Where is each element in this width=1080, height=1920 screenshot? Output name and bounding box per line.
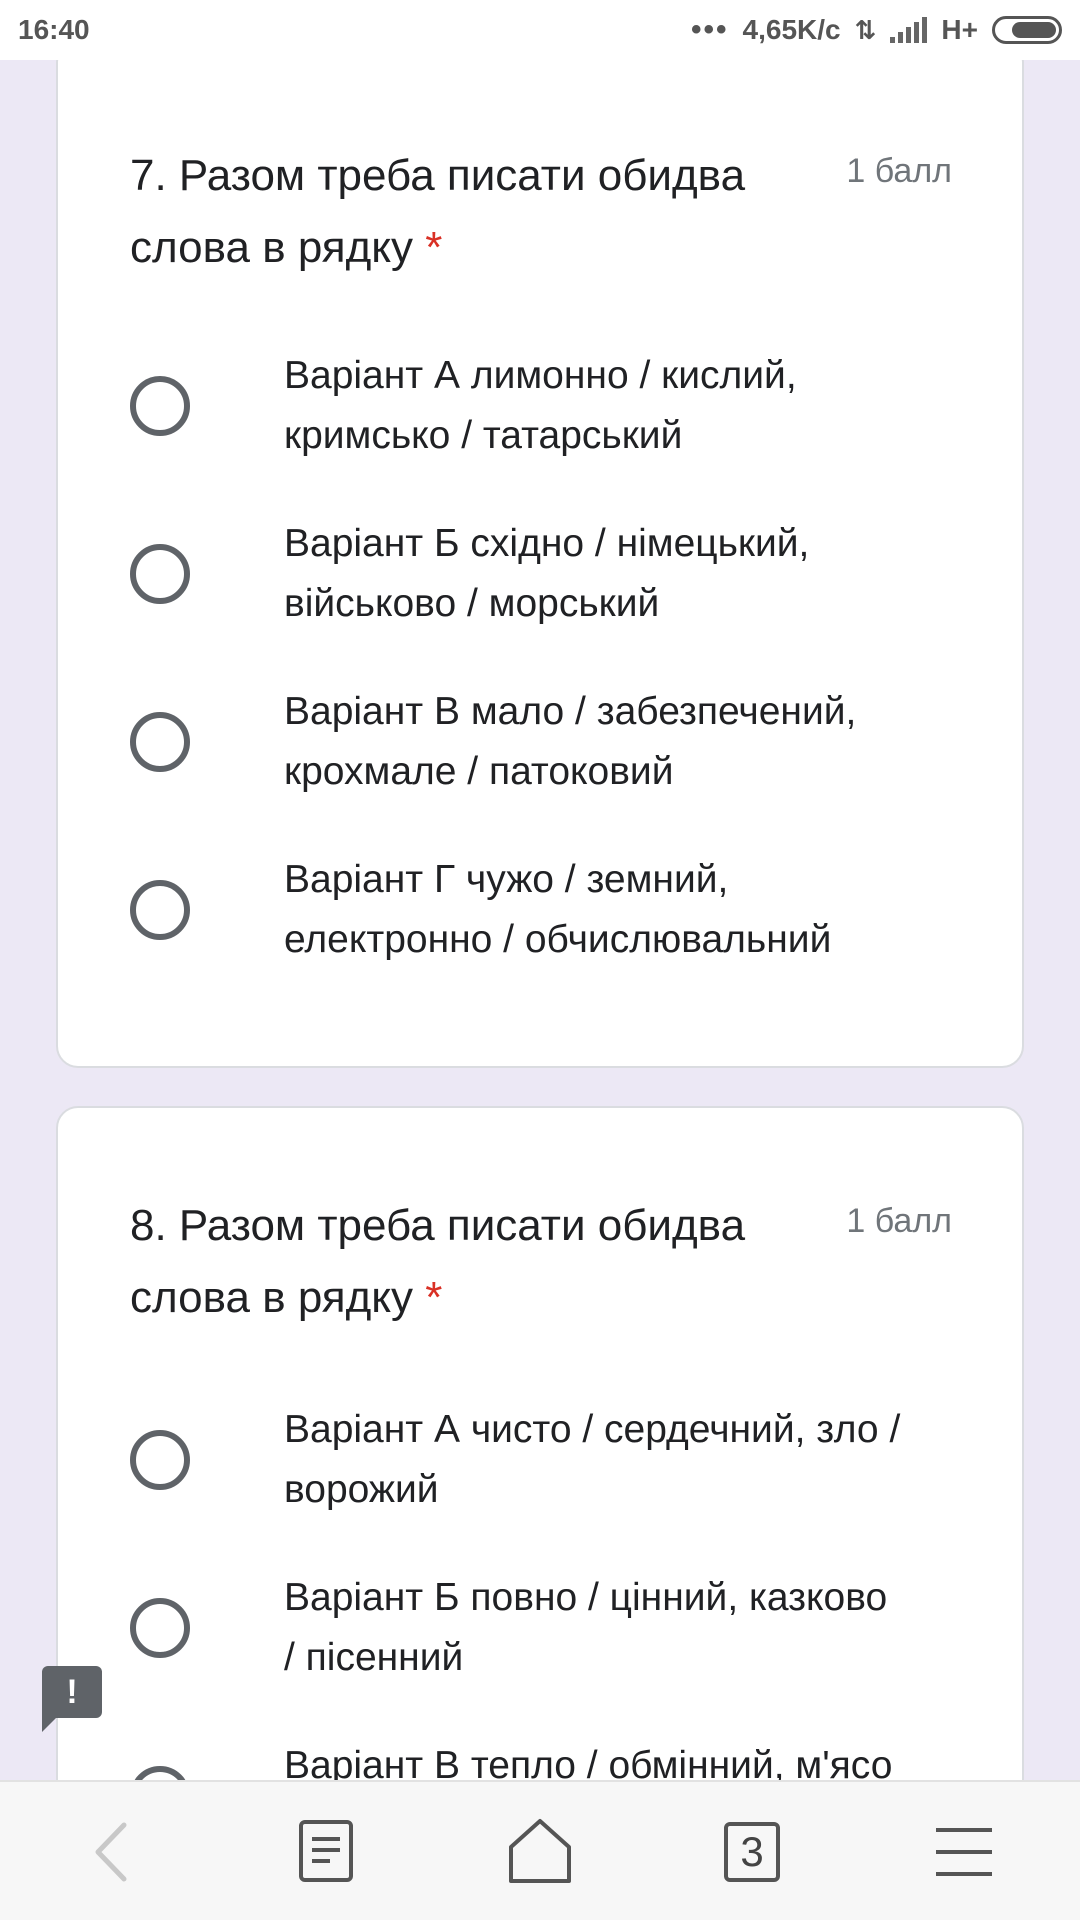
home-icon [509,1819,571,1883]
radio-button[interactable] [130,1598,190,1658]
option-label[interactable]: Варіант Г чужо / земний, електронно / об… [284,850,984,970]
tabs-button[interactable]: 3 [692,1782,812,1920]
feedback-button[interactable]: ! [42,1666,102,1732]
radio-button[interactable] [130,544,190,604]
tabs-icon: 3 [724,1822,780,1882]
required-asterisk: * [425,223,443,272]
option-d[interactable]: Варіант Г чужо / земний, електронно / об… [130,852,970,972]
points-label: 1 балл [846,152,952,190]
back-button[interactable] [54,1782,174,1920]
required-asterisk: * [425,1273,443,1322]
option-label[interactable]: Варіант Б повно / цінний, казково / пісе… [284,1568,984,1688]
question-title-line1: 8. Разом треба писати обидва [130,1201,746,1250]
question-title-line1: 7. Разом треба писати обидва [130,151,746,200]
points-label: 1 балл [846,1202,952,1240]
option-label[interactable]: Варіант В мало / забезпечений, крохмале … [284,682,984,802]
question-title-line2: слова в рядку * [130,223,443,272]
home-button[interactable] [480,1782,600,1920]
status-bar: 16:40 ••• 4,65K/c ⇅ H+ [0,0,1080,60]
option-label[interactable]: Варіант А лимонно / кислий, кримсько / т… [284,346,984,466]
option-label[interactable]: Варіант Б східно / німецький, військово … [284,514,984,634]
question-card-7: 7. Разом треба писати обидва слова в ряд… [56,40,1024,1068]
radio-button[interactable] [130,880,190,940]
question-title-line2: слова в рядку * [130,1273,443,1322]
option-a[interactable]: Варіант А чисто / сердечний, зло / ворож… [130,1402,970,1522]
battery-icon [992,16,1062,44]
notification-dots: ••• [691,13,729,46]
radio-button[interactable] [130,1430,190,1490]
back-icon [95,1822,127,1882]
network-type: H+ [941,14,978,45]
question-title: 8. Разом треба писати обидва слова в ряд… [130,1190,830,1334]
radio-button[interactable] [130,712,190,772]
option-a[interactable]: Варіант А лимонно / кислий, кримсько / т… [130,348,970,468]
browser-bottom-bar: 3 [0,1780,1080,1920]
report-icon: ! [66,1673,78,1711]
radio-button[interactable] [130,376,190,436]
bookmarks-button[interactable] [266,1782,386,1920]
tab-count: 3 [740,1828,764,1875]
option-c[interactable]: Варіант В мало / забезпечений, крохмале … [130,684,970,804]
bookmarks-icon [299,1820,353,1882]
status-time: 16:40 [18,14,90,45]
signal-icon [890,17,928,43]
option-b[interactable]: Варіант Б повно / цінний, казково / пісе… [130,1570,970,1690]
menu-icon [936,1828,992,1876]
option-b[interactable]: Варіант Б східно / німецький, військово … [130,516,970,636]
menu-button[interactable] [904,1782,1024,1920]
data-transfer-icon: ⇅ [854,14,877,45]
status-indicators: ••• 4,65K/c ⇅ H+ [691,13,1062,47]
question-title: 7. Разом треба писати обидва слова в ряд… [130,140,830,284]
network-speed: 4,65K/c [742,14,841,45]
option-label[interactable]: Варіант А чисто / сердечний, зло / ворож… [284,1400,984,1520]
